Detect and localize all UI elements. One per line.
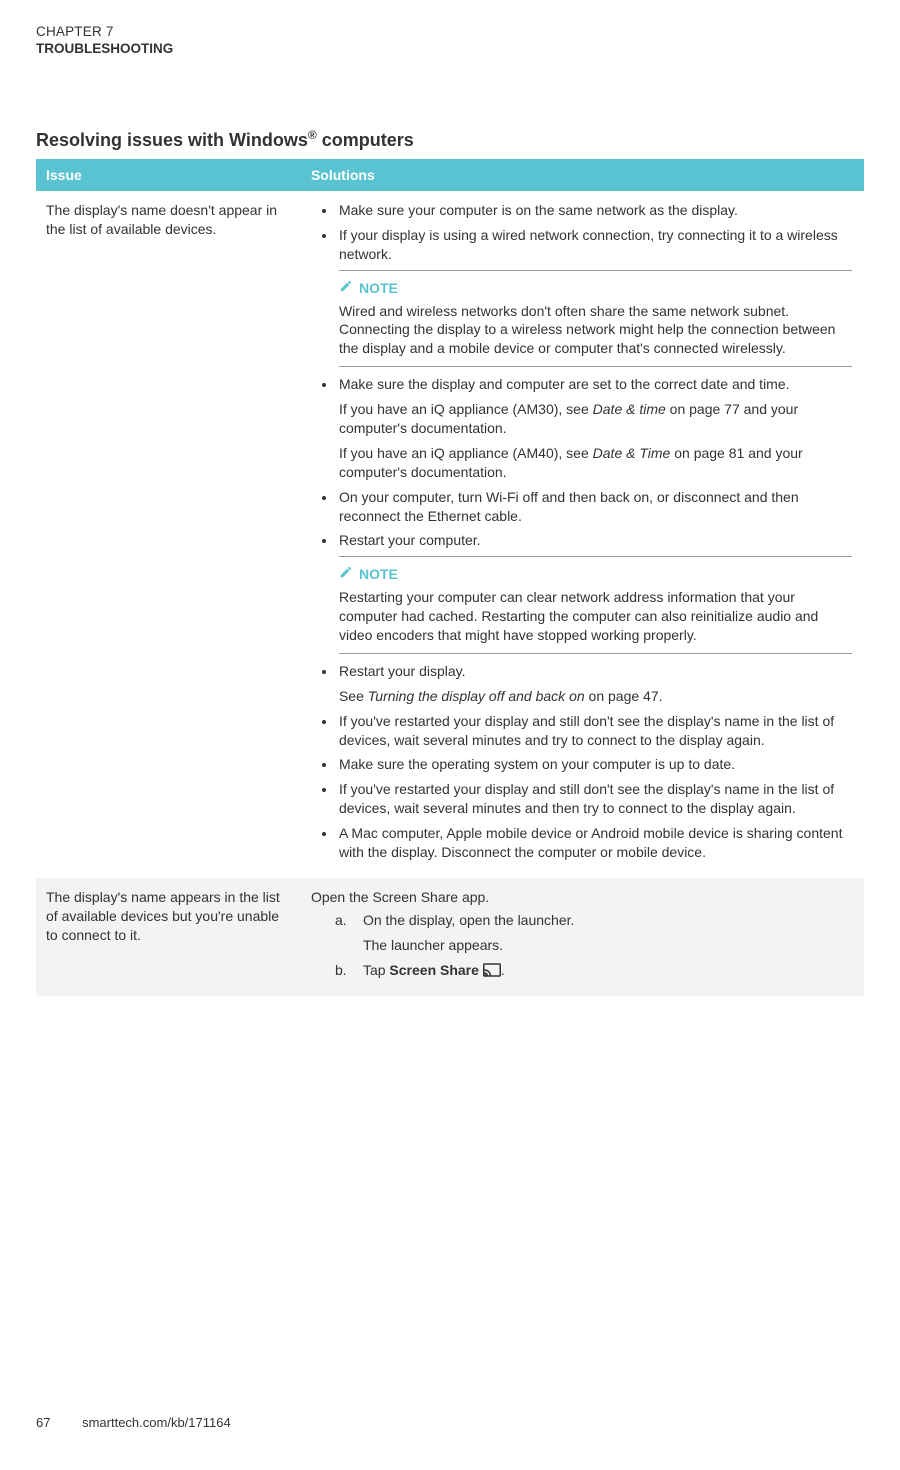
- sub-para: If you have an iQ appliance (AM30), see …: [339, 400, 852, 438]
- issue-cell: The display's name appears in the list o…: [36, 878, 301, 996]
- page-footer: 67 smarttech.com/kb/171164: [36, 1415, 231, 1430]
- list-item: Tap Screen Share .: [335, 961, 852, 980]
- bullet: Make sure the display and computer are s…: [337, 375, 852, 481]
- solutions-cell: Make sure your computer is on the same n…: [301, 191, 864, 878]
- step-text: On the display, open the launcher.: [363, 912, 574, 928]
- cast-icon: [483, 962, 501, 978]
- sub-para: See Turning the display off and back on …: [339, 687, 852, 706]
- pencil-icon: [339, 565, 353, 584]
- step-sub: The launcher appears.: [363, 936, 852, 955]
- list-item: On the display, open the launcher. The l…: [335, 911, 852, 955]
- table-row: The display's name appears in the list o…: [36, 878, 864, 996]
- footer-link: smarttech.com/kb/171164: [82, 1415, 231, 1430]
- bullet: A Mac computer, Apple mobile device or A…: [337, 824, 852, 862]
- bullet-text: Restart your computer.: [339, 532, 481, 548]
- intro-text: Open the Screen Share app.: [311, 889, 489, 905]
- bullet: If you've restarted your display and sti…: [337, 780, 852, 818]
- chapter-number: CHAPTER 7: [36, 24, 864, 39]
- bullet-text: Restart your display.: [339, 663, 466, 679]
- col-header-issue: Issue: [36, 159, 301, 191]
- bullet: Make sure the operating system on your c…: [337, 755, 852, 774]
- note-text: Restarting your computer can clear netwo…: [339, 588, 852, 645]
- bullet: On your computer, turn Wi-Fi off and the…: [337, 488, 852, 526]
- note-box: NOTE Restarting your computer can clear …: [339, 556, 852, 654]
- troubleshooting-table: Issue Solutions The display's name doesn…: [36, 159, 864, 996]
- page-number: 67: [36, 1415, 50, 1430]
- section-heading: Resolving issues with Windows® computers: [36, 128, 864, 151]
- col-header-solutions: Solutions: [301, 159, 864, 191]
- issue-cell: The display's name doesn't appear in the…: [36, 191, 301, 878]
- bullet-text: If your display is using a wired network…: [339, 227, 838, 262]
- note-box: NOTE Wired and wireless networks don't o…: [339, 270, 852, 368]
- note-label: NOTE: [359, 565, 398, 584]
- pencil-icon: [339, 279, 353, 298]
- note-header: NOTE: [339, 565, 852, 584]
- note-header: NOTE: [339, 279, 852, 298]
- chapter-title: TROUBLESHOOTING: [36, 41, 864, 56]
- bullet: Restart your display. See Turning the di…: [337, 662, 852, 706]
- solutions-cell: Open the Screen Share app. On the displa…: [301, 878, 864, 996]
- note-label: NOTE: [359, 279, 398, 298]
- bullet-text: Make sure the display and computer are s…: [339, 376, 790, 392]
- bullet: If your display is using a wired network…: [337, 226, 852, 367]
- table-row: The display's name doesn't appear in the…: [36, 191, 864, 878]
- bullet: Make sure your computer is on the same n…: [337, 201, 852, 220]
- bullet: If you've restarted your display and sti…: [337, 712, 852, 750]
- bullet: Restart your computer. NOTE Restarting y…: [337, 531, 852, 653]
- note-text: Wired and wireless networks don't often …: [339, 302, 852, 359]
- sub-para: If you have an iQ appliance (AM40), see …: [339, 444, 852, 482]
